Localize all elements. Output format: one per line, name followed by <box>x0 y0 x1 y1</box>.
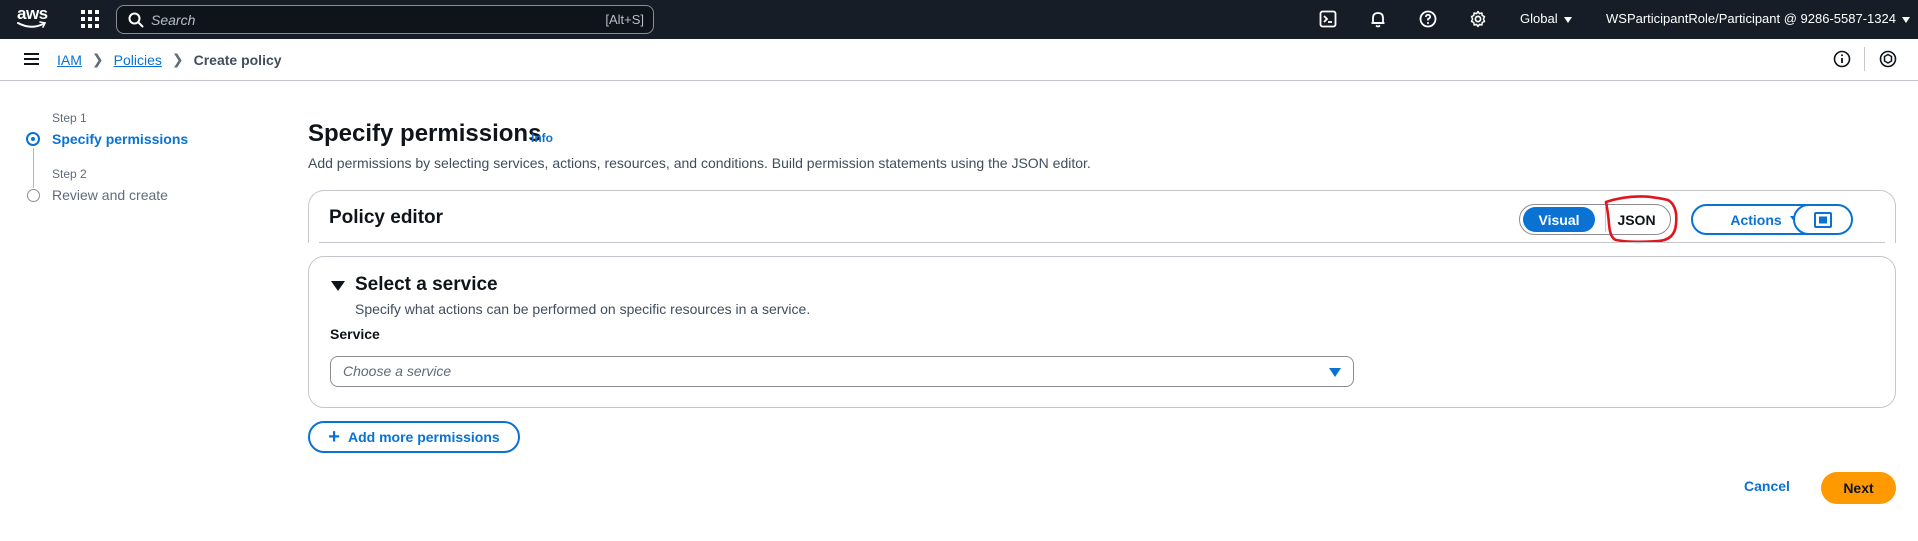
add-more-permissions-label: Add more permissions <box>347 429 500 445</box>
account-label: WSParticipantRole/Participant @ 9286-558… <box>1606 11 1896 26</box>
service-select-placeholder: Choose a service <box>343 363 452 379</box>
help-icon[interactable] <box>1418 9 1438 29</box>
cloudshell-icon[interactable] <box>1318 9 1338 29</box>
step-1-indicator <box>26 132 40 146</box>
region-caret-icon <box>1563 16 1572 23</box>
expand-collapse-icon[interactable] <box>331 281 345 291</box>
plus-icon: + <box>328 426 340 448</box>
policy-editor-header: Policy editor Visual JSON Actions <box>308 190 1896 244</box>
tools-panel-icon[interactable] <box>1879 50 1897 68</box>
service-field-label: Service <box>330 326 380 342</box>
search-bar[interactable]: [Alt+S] <box>116 5 654 34</box>
breadcrumb-policies[interactable]: Policies <box>114 52 162 68</box>
info-panel-icon[interactable] <box>1833 50 1851 68</box>
step-2-indicator <box>27 189 40 202</box>
next-button[interactable]: Next <box>1821 472 1896 504</box>
breadcrumb-bar: IAM ❯ Policies ❯ Create policy <box>0 39 1918 81</box>
search-icon <box>128 12 144 28</box>
fullscreen-icon <box>1814 211 1832 228</box>
select-service-title[interactable]: Select a service <box>355 274 498 296</box>
service-select-caret-icon <box>1329 368 1341 377</box>
select-service-panel: Select a service Specify what actions ca… <box>308 256 1896 408</box>
step-connector-line <box>33 148 34 188</box>
editor-mode-toggle: Visual JSON <box>1519 204 1671 235</box>
breadcrumb: IAM ❯ Policies ❯ Create policy <box>57 51 282 68</box>
search-shortcut-hint: [Alt+S] <box>605 12 644 27</box>
step-2-number: Step 2 <box>52 167 87 181</box>
side-nav-menu-icon[interactable] <box>24 53 39 65</box>
account-caret-icon <box>1901 16 1910 23</box>
settings-gear-icon[interactable] <box>1468 9 1488 29</box>
visual-mode-button[interactable]: Visual <box>1523 207 1595 232</box>
aws-logo-text: aws <box>17 4 48 23</box>
step-1-label[interactable]: Specify permissions <box>52 131 188 147</box>
page-description: Add permissions by selecting services, a… <box>308 155 1091 171</box>
toolbar-divider <box>1864 47 1865 71</box>
step-2-label: Review and create <box>52 187 168 203</box>
breadcrumb-iam[interactable]: IAM <box>57 52 82 68</box>
add-more-permissions-button[interactable]: + Add more permissions <box>308 421 520 453</box>
policy-editor-title: Policy editor <box>329 207 444 228</box>
top-navigation-bar: aws [Alt+S] Global WSParticipantRole/Par… <box>0 0 1918 39</box>
fullscreen-button[interactable] <box>1793 204 1853 235</box>
region-label: Global <box>1520 11 1558 26</box>
cancel-button[interactable]: Cancel <box>1744 478 1790 494</box>
info-link[interactable]: Info <box>531 131 553 145</box>
breadcrumb-separator-icon: ❯ <box>91 51 104 67</box>
services-grid-icon[interactable] <box>81 10 99 28</box>
json-mode-button[interactable]: JSON <box>1605 207 1667 232</box>
service-select[interactable]: Choose a service <box>330 356 1354 387</box>
search-input[interactable] <box>151 9 551 30</box>
actions-label: Actions <box>1730 211 1782 228</box>
breadcrumb-current: Create policy <box>193 51 282 68</box>
page-title: Specify permissions <box>308 120 542 147</box>
select-service-description: Specify what actions can be performed on… <box>355 301 811 317</box>
step-1-number: Step 1 <box>52 111 87 125</box>
aws-logo[interactable]: aws <box>17 4 49 32</box>
breadcrumb-separator-icon: ❯ <box>171 51 184 67</box>
aws-smile-icon <box>17 21 47 28</box>
notifications-bell-icon[interactable] <box>1368 9 1388 29</box>
editor-header-divider <box>319 242 1885 243</box>
account-menu[interactable]: WSParticipantRole/Participant @ 9286-558… <box>1606 11 1910 26</box>
region-selector[interactable]: Global <box>1520 11 1572 26</box>
